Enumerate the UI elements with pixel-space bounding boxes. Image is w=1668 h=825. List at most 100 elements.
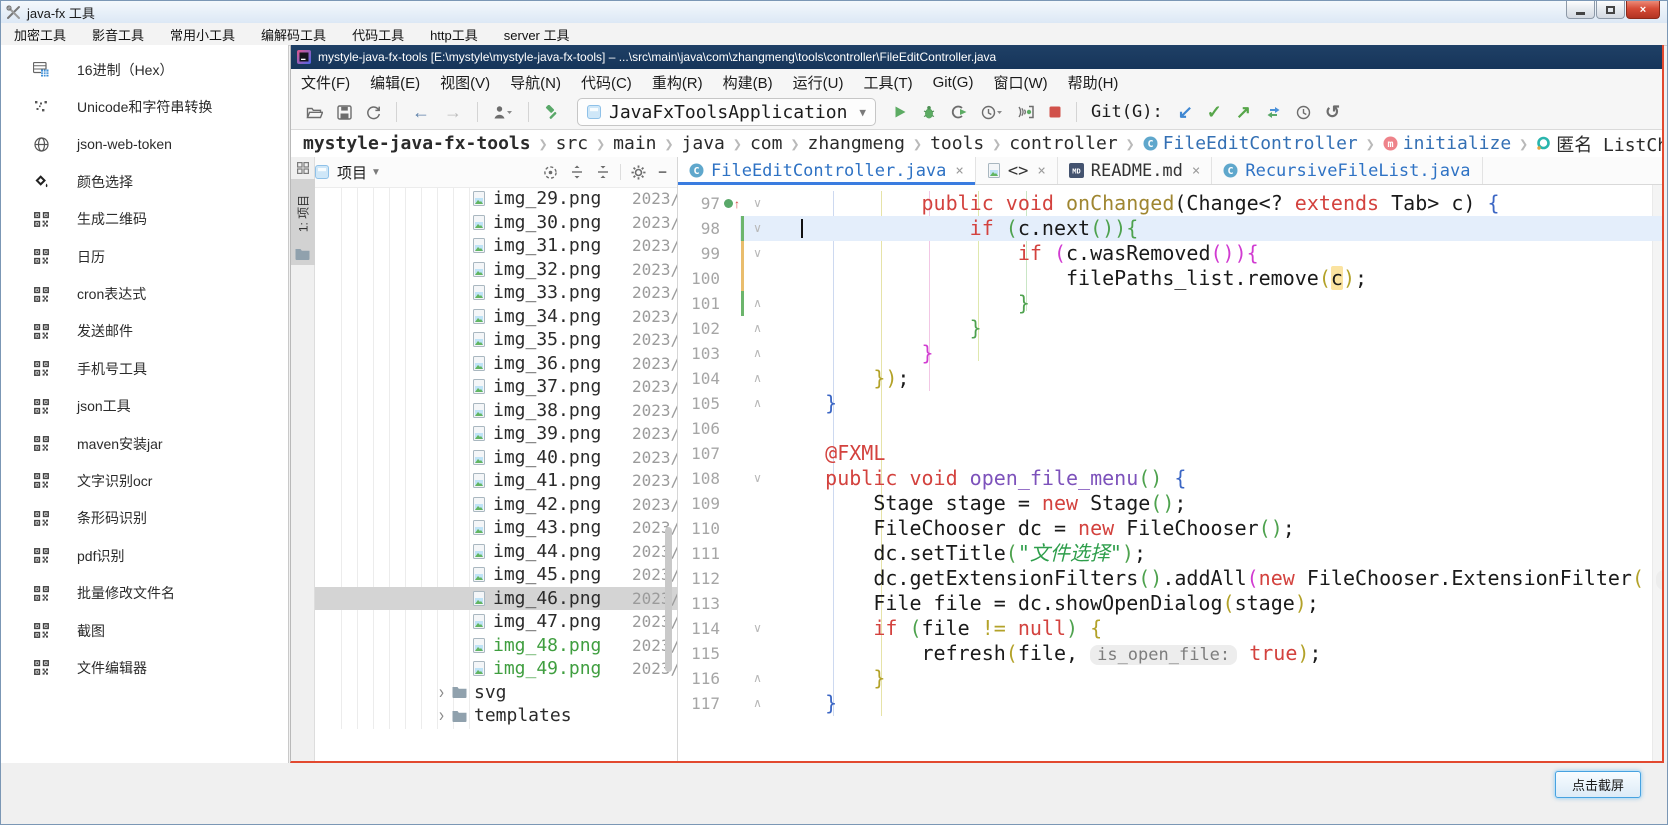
code-line[interactable]: 101∧ } <box>678 291 1662 316</box>
code-text[interactable]: @FXML <box>769 441 1662 466</box>
sidebar-item[interactable]: 日历 <box>1 238 288 275</box>
code-line[interactable]: 113 File file = dc.showOpenDialog(stage)… <box>678 591 1662 616</box>
forward-button[interactable]: → <box>444 103 462 121</box>
ide-menu-item[interactable]: Git(G) <box>923 74 984 91</box>
tree-file-row[interactable]: img_31.png2023/ <box>315 234 677 258</box>
code-line[interactable]: 111 dc.setTitle("文件选择"); <box>678 541 1662 566</box>
tree-file-row[interactable]: img_35.png2023/ <box>315 328 677 352</box>
tree-folder-row[interactable]: ›svg <box>315 681 677 705</box>
git-rollback-button[interactable]: ↺ <box>1325 103 1340 121</box>
fold-marker[interactable]: ∧ <box>746 341 769 366</box>
breadcrumb-item[interactable]: minitialize <box>1383 133 1511 154</box>
code-text[interactable]: } <box>769 316 1662 341</box>
user-button[interactable] <box>493 105 513 119</box>
code-text[interactable]: FileChooser dc = new FileChooser(); <box>769 516 1662 541</box>
ide-menu-item[interactable]: 重构(R) <box>642 72 713 93</box>
ide-menu-item[interactable]: 视图(V) <box>430 72 500 93</box>
collapse-all-button[interactable] <box>596 165 610 179</box>
fold-marker[interactable]: ∧ <box>746 691 769 716</box>
sidebar-item[interactable]: 颜色选择 <box>1 163 288 200</box>
code-text[interactable]: } <box>769 391 1662 416</box>
code-text[interactable]: Stage stage = new Stage(); <box>769 491 1662 516</box>
save-button[interactable] <box>337 105 352 120</box>
tree-scrollbar[interactable] <box>665 527 672 672</box>
attach-button[interactable] <box>1017 105 1035 119</box>
close-tab-icon[interactable]: × <box>955 163 963 179</box>
run-button[interactable] <box>893 105 907 119</box>
sidebar-item[interactable]: maven安装jar <box>1 425 288 462</box>
breadcrumb-item[interactable]: mystyle-java-fx-tools <box>303 133 531 154</box>
stop-button[interactable] <box>1049 106 1061 118</box>
breadcrumb-item[interactable]: 匿名 ListCha <box>1536 131 1662 157</box>
close-tab-icon[interactable]: × <box>1037 163 1045 179</box>
close-tab-icon[interactable]: × <box>1192 163 1200 179</box>
git-update-button[interactable]: ↙ <box>1178 103 1193 121</box>
code-line[interactable]: 116∧ } <box>678 666 1662 691</box>
sidebar-item[interactable]: 16进制（Hex） <box>1 51 288 88</box>
tree-file-row[interactable]: img_46.png2023/ <box>315 587 677 611</box>
editor-tab[interactable]: CRecursiveFileList.java <box>1212 157 1482 184</box>
ide-menu-item[interactable]: 文件(F) <box>291 72 360 93</box>
git-push-button[interactable]: ↗ <box>1236 103 1251 121</box>
breadcrumb-item[interactable]: CFileEditController <box>1143 133 1358 154</box>
tree-file-row[interactable]: img_32.png2023/ <box>315 258 677 282</box>
code-text[interactable]: if (file != null) { <box>769 616 1662 641</box>
ide-menu-item[interactable]: 导航(N) <box>500 72 571 93</box>
sidebar-item[interactable]: json-web-token <box>1 126 288 163</box>
sidebar-item[interactable]: 截图 <box>1 612 288 649</box>
code-line[interactable]: 100 filePaths_list.remove(c); <box>678 266 1662 291</box>
profiler-button[interactable] <box>981 105 1003 120</box>
sidebar-item[interactable]: pdf识别 <box>1 537 288 574</box>
ide-menu-item[interactable]: 构建(B) <box>713 72 783 93</box>
tree-file-row[interactable]: img_42.png2023/ <box>315 493 677 517</box>
code-line[interactable]: 112 dc.getExtensionFilters().addAll(new … <box>678 566 1662 591</box>
app-menu-item[interactable]: 影音工具 <box>79 23 157 45</box>
breadcrumb-item[interactable]: main <box>613 133 656 154</box>
code-line[interactable]: 117∧ } <box>678 691 1662 716</box>
code-editor[interactable]: 97↑∨ public void onChanged(Change<? exte… <box>678 185 1662 761</box>
override-marker-icon[interactable] <box>724 199 733 208</box>
fold-marker[interactable]: ∧ <box>746 666 769 691</box>
tree-folder-row[interactable]: ›templates <box>315 704 677 728</box>
sidebar-item[interactable]: 生成二维码 <box>1 201 288 238</box>
sidebar-item[interactable]: 发送邮件 <box>1 313 288 350</box>
build-button[interactable] <box>544 105 560 120</box>
tree-file-row[interactable]: img_49.png2023/ <box>315 657 677 681</box>
editor-tab[interactable]: MDREADME.md× <box>1058 157 1213 184</box>
git-history-button[interactable] <box>1296 105 1311 120</box>
ide-menu-item[interactable]: 工具(T) <box>853 72 922 93</box>
tree-file-row[interactable]: img_38.png2023/ <box>315 399 677 423</box>
run-config-select[interactable]: JavaFxToolsApplication▼ <box>577 98 876 126</box>
code-text[interactable]: refresh(file, is_open_file: true); <box>769 641 1662 666</box>
sidebar-item[interactable]: Unicode和字符串转换 <box>1 88 288 125</box>
tool-windows-icon[interactable] <box>297 162 309 174</box>
tree-file-row[interactable]: img_43.png2023/ <box>315 516 677 540</box>
fold-marker[interactable]: ∨ <box>746 241 769 266</box>
ide-menu-item[interactable]: 帮助(H) <box>1058 72 1129 93</box>
sync-button[interactable] <box>366 105 381 120</box>
sidebar-item[interactable]: 文字识别ocr <box>1 462 288 499</box>
breadcrumb-item[interactable]: tools <box>930 133 984 154</box>
code-text[interactable] <box>769 416 1662 441</box>
fold-marker[interactable]: ∧ <box>746 366 769 391</box>
app-menu-item[interactable]: 代码工具 <box>339 23 417 45</box>
tree-file-row[interactable]: img_47.png2023/ <box>315 610 677 634</box>
code-text[interactable]: } <box>769 691 1662 716</box>
tree-file-row[interactable]: img_39.png2023/ <box>315 422 677 446</box>
minimize-button[interactable] <box>1566 1 1595 19</box>
tree-file-row[interactable]: img_33.png2023/ <box>315 281 677 305</box>
maximize-button[interactable] <box>1596 1 1625 19</box>
project-tool-tab[interactable]: 1: 项目 <box>291 179 315 265</box>
breadcrumb-item[interactable]: com <box>750 133 783 154</box>
tree-file-row[interactable]: img_34.png2023/ <box>315 305 677 329</box>
project-view-label[interactable]: 项目 <box>337 162 367 183</box>
sidebar-item[interactable]: cron表达式 <box>1 275 288 312</box>
code-line[interactable]: 107 @FXML <box>678 441 1662 466</box>
git-commit-button[interactable]: ✓ <box>1207 103 1222 121</box>
fold-marker[interactable]: ∨ <box>746 216 769 241</box>
app-menu-item[interactable]: http工具 <box>417 23 491 45</box>
gear-button[interactable] <box>631 165 646 180</box>
app-menu-item[interactable]: 常用小工具 <box>157 23 248 45</box>
screenshot-button[interactable]: 点击截屏 <box>1555 771 1641 798</box>
code-line[interactable]: 110 FileChooser dc = new FileChooser(); <box>678 516 1662 541</box>
